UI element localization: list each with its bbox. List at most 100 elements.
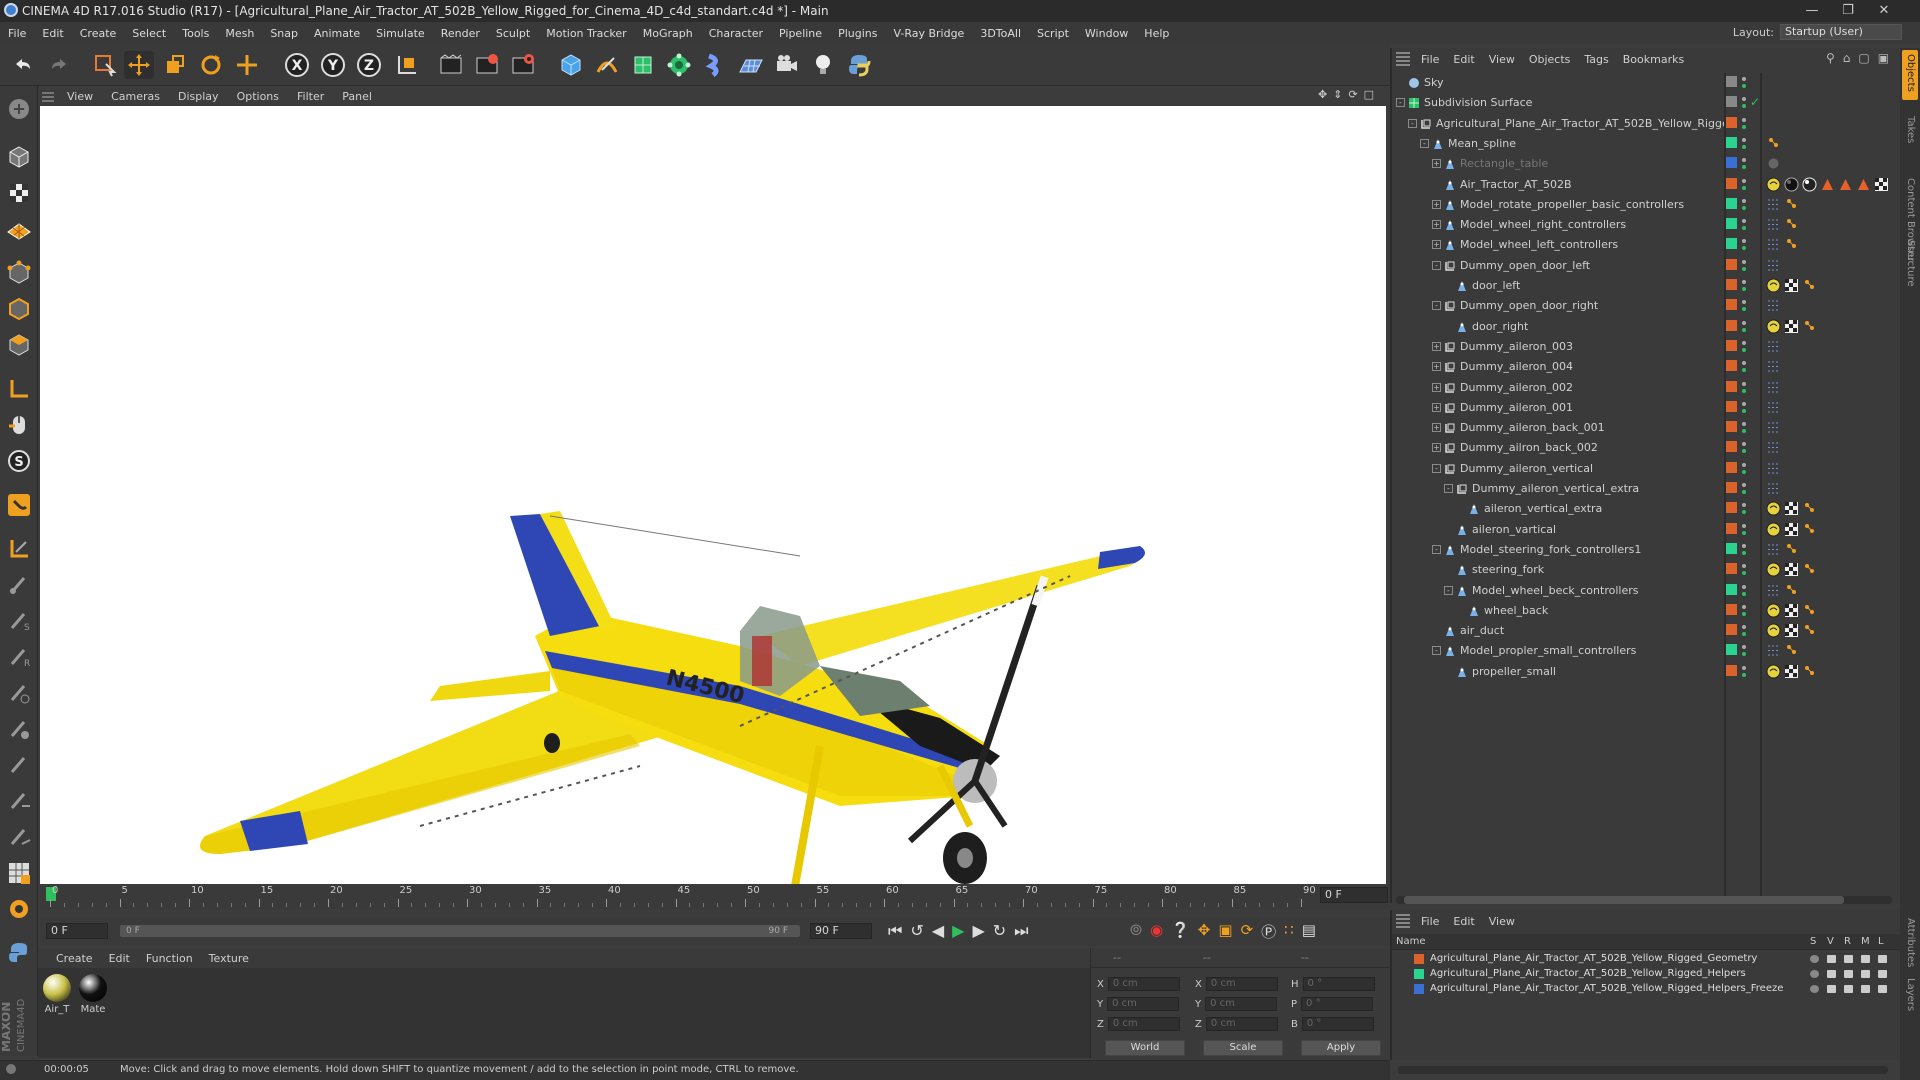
render-visibility-dot[interactable]	[1742, 449, 1746, 454]
end-frame-field[interactable]: 90 F	[810, 923, 872, 939]
render-visibility-dot[interactable]	[1742, 307, 1746, 312]
object-name[interactable]: Rectangle_table	[1460, 157, 1548, 170]
editor-visibility-dot[interactable]	[1742, 462, 1746, 467]
object-row[interactable]: steering_fork	[1392, 560, 1898, 580]
start-frame-field[interactable]: 0 F	[46, 923, 108, 939]
object-row[interactable]: - Model_steering_fork_controllers1	[1392, 540, 1898, 560]
layer-toggle-icon[interactable]	[1810, 955, 1819, 963]
render-visibility-dot[interactable]	[1742, 226, 1746, 231]
camera-icon[interactable]	[772, 51, 802, 79]
dots-tag-icon[interactable]	[1766, 380, 1781, 395]
render-visibility-dot[interactable]	[1742, 84, 1746, 88]
layer-color-swatch[interactable]	[1726, 664, 1737, 676]
ik-tag-icon[interactable]	[1802, 562, 1817, 577]
menu-v-ray-bridge[interactable]: V-Ray Bridge	[885, 27, 972, 40]
object-name[interactable]: Model_propler_small_controllers	[1460, 644, 1636, 657]
object-row[interactable]: aileron_vertical_extra	[1392, 499, 1898, 519]
object-name[interactable]: door_right	[1472, 320, 1528, 333]
object-name[interactable]: Dummy_aileron_vertical_extra	[1472, 482, 1639, 495]
menu-character[interactable]: Character	[701, 27, 771, 40]
sculpt-brush-icon[interactable]	[4, 678, 34, 708]
object-row[interactable]: + Dummy_aileron_002	[1392, 378, 1898, 398]
object-name[interactable]: Sky	[1424, 76, 1443, 89]
object-row[interactable]: - Dummy_aileron_vertical_extra	[1392, 479, 1898, 499]
layer-name[interactable]: Agricultural_Plane_Air_Tractor_AT_502B_Y…	[1430, 953, 1757, 964]
object-row[interactable]: - Dummy_open_door_left	[1392, 256, 1898, 276]
ik-tag-icon[interactable]	[1802, 319, 1817, 334]
key-rotation-icon[interactable]: ⟳	[1241, 921, 1254, 942]
tri-tag-icon[interactable]	[1838, 177, 1853, 192]
menu-sculpt[interactable]: Sculpt	[488, 27, 538, 40]
menu-edit[interactable]: Edit	[34, 27, 71, 40]
edges-mode-icon[interactable]	[4, 294, 34, 324]
check-tag-icon[interactable]	[1874, 177, 1889, 192]
object-row[interactable]: + Dummy_aileron_004	[1392, 357, 1898, 377]
object-menu-tags[interactable]: Tags	[1577, 53, 1615, 66]
layer-color-swatch[interactable]	[1726, 299, 1737, 311]
side-tab-objects[interactable]: Objects	[1905, 54, 1916, 92]
editor-visibility-dot[interactable]	[1742, 503, 1746, 508]
record-keys-icon[interactable]: ◉	[1150, 921, 1163, 942]
dots-tag-icon[interactable]	[1766, 400, 1781, 415]
render-visibility-dot[interactable]	[1742, 246, 1746, 251]
range-slider[interactable]: 0 F 90 F	[120, 925, 800, 937]
object-row[interactable]: - Dummy_aileron_vertical	[1392, 459, 1898, 479]
layer-toggle-icon[interactable]	[1827, 955, 1836, 963]
coord-value-input[interactable]: 0 cm	[1205, 977, 1278, 991]
object-name[interactable]: door_left	[1472, 279, 1520, 292]
object-name[interactable]: propeller_small	[1472, 665, 1556, 678]
viewport-grip-icon[interactable]	[42, 90, 54, 102]
layer-color-swatch[interactable]	[1726, 563, 1737, 575]
search-icon[interactable]: ⚲	[1826, 51, 1835, 65]
object-row[interactable]: Air_Tractor_AT_502B	[1392, 175, 1898, 195]
check-tag-icon[interactable]	[1784, 562, 1799, 577]
editor-visibility-dot[interactable]	[1742, 604, 1746, 609]
ik-tag-icon[interactable]	[1766, 136, 1781, 151]
rotate-view-icon[interactable]: ⟳	[1348, 88, 1357, 101]
object-row[interactable]: + Dummy_ailron_back_002	[1392, 438, 1898, 458]
redo-icon[interactable]	[44, 51, 74, 79]
object-row[interactable]: + Dummy_aileron_003	[1392, 337, 1898, 357]
layer-color-swatch[interactable]	[1726, 624, 1737, 636]
deformer-icon[interactable]	[700, 51, 730, 79]
render-visibility-dot[interactable]	[1742, 408, 1746, 413]
snap-icon[interactable]: S	[4, 446, 34, 476]
coord-value-input[interactable]: 0 cm	[1107, 1017, 1180, 1031]
side-tab-attributes[interactable]: Attributes	[1905, 918, 1916, 967]
editor-visibility-dot[interactable]	[1742, 320, 1746, 325]
layer-toggle-icon[interactable]	[1827, 970, 1836, 978]
menu-script[interactable]: Script	[1029, 27, 1077, 40]
layer-menu-view[interactable]: View	[1482, 915, 1522, 928]
object-row[interactable]: - Dummy_open_door_right	[1392, 296, 1898, 316]
phong-tag-icon[interactable]	[1766, 603, 1781, 618]
object-menu-file[interactable]: File	[1414, 53, 1446, 66]
object-row[interactable]: - Agricultural_Plane_Air_Tractor_AT_502B_…	[1392, 114, 1898, 134]
menu-window[interactable]: Window	[1077, 27, 1136, 40]
rotate-tool-icon[interactable]	[196, 51, 226, 79]
object-name[interactable]: Dummy_open_door_right	[1460, 299, 1598, 312]
timeline-window-icon[interactable]: ▤	[1302, 921, 1316, 942]
layer-color-swatch[interactable]	[1414, 954, 1424, 964]
object-row[interactable]: door_left	[1392, 276, 1898, 296]
expand-icon[interactable]: +	[1432, 382, 1441, 392]
object-horizontal-scrollbar[interactable]	[1396, 896, 1892, 904]
dots-tag-icon[interactable]	[1766, 542, 1781, 557]
x-axis-lock-icon[interactable]: X	[282, 51, 312, 79]
object-name[interactable]: Agricultural_Plane_Air_Tractor_AT_502B_Y…	[1436, 117, 1736, 130]
render-visibility-dot[interactable]	[1742, 652, 1746, 657]
ik-tag-icon[interactable]	[1802, 623, 1817, 638]
object-row[interactable]: propeller_small	[1392, 662, 1898, 682]
undo-icon[interactable]	[8, 51, 38, 79]
editor-visibility-dot[interactable]	[1742, 523, 1746, 528]
layer-color-swatch[interactable]	[1414, 984, 1424, 994]
dots-tag-icon[interactable]	[1766, 481, 1781, 496]
ik-tag-icon[interactable]	[1784, 217, 1799, 232]
check-tag-icon[interactable]	[1784, 278, 1799, 293]
tri-tag-icon[interactable]	[1856, 177, 1871, 192]
layer-toggle-icon[interactable]	[1878, 985, 1887, 993]
dots-tag-icon[interactable]	[1766, 440, 1781, 455]
render-visibility-dot[interactable]	[1742, 165, 1746, 170]
render-visibility-dot[interactable]	[1742, 124, 1746, 129]
previous-frame-icon[interactable]: ◀	[932, 921, 944, 941]
go-to-start-icon[interactable]: ⏮	[888, 921, 902, 941]
